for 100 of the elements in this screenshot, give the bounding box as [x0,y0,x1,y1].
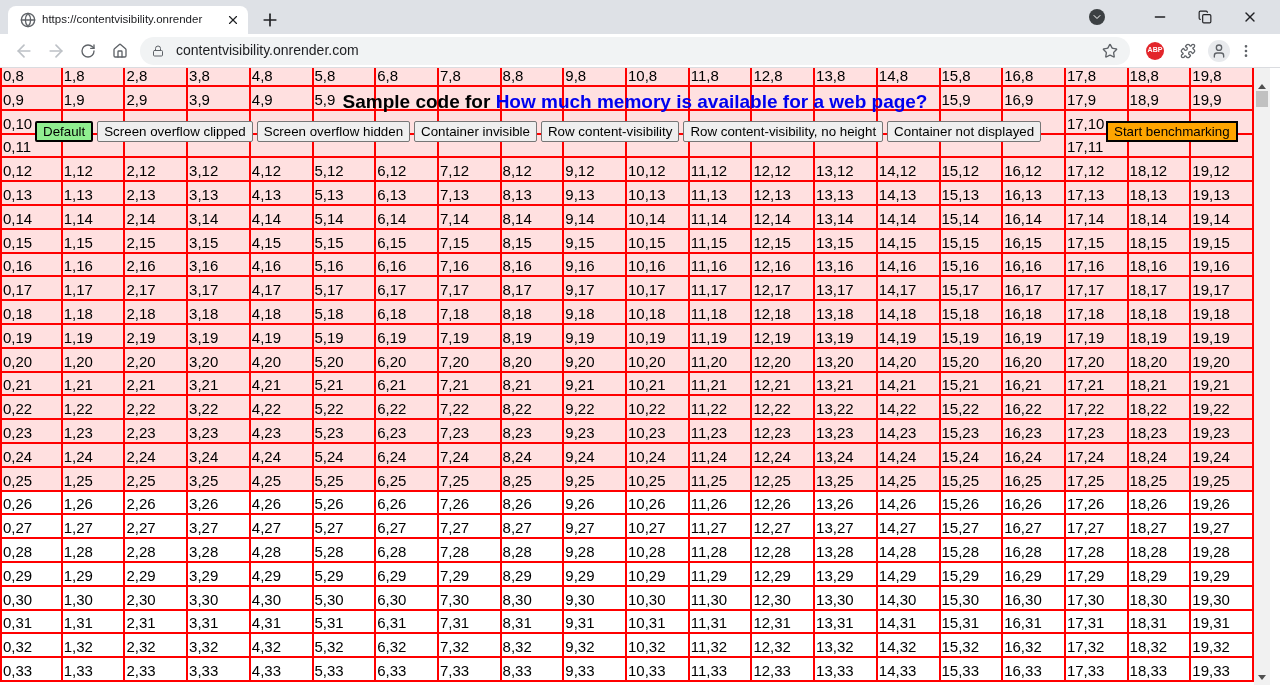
table-cell: 9,18 [565,304,595,323]
table-cell: 5,30 [314,590,344,609]
table-cell: 3,21 [189,376,219,395]
table-cell: 12,22 [753,400,791,419]
table-cell: 8,27 [502,519,532,538]
table-cell: 6,25 [377,471,407,490]
table-cell: 0,13 [3,186,33,204]
table-cell: 5,26 [314,495,344,514]
table-cell: 16,12 [1004,162,1042,181]
table-cell: 17,14 [1066,209,1105,228]
address-bar[interactable]: contentvisibility.onrender.com [140,36,1130,65]
mode-button[interactable]: Container not displayed [887,121,1042,142]
table-cell: 0,31 [3,614,33,633]
table-cell: 14,19 [878,328,917,347]
table-cell: 13,18 [816,304,854,323]
table-cell: 19,20 [1192,352,1230,371]
table-cell: 15,26 [941,495,980,514]
scroll-thumb[interactable] [1256,91,1268,107]
table-cell: 13,24 [816,447,854,466]
table-cell: 19,26 [1192,495,1230,514]
table-cell: 13,32 [816,638,854,657]
table-cell: 10,17 [628,281,666,300]
mode-button[interactable]: Screen overflow clipped [97,121,253,142]
restore-icon[interactable] [1198,10,1212,24]
close-icon[interactable] [226,13,240,27]
table-cell: 12,17 [753,281,791,300]
table-cell: 8,19 [502,328,532,347]
table-cell: 11,15 [690,233,728,252]
table-cell: 8,17 [502,281,532,300]
table-cell: 2,27 [126,519,156,538]
table-cell: 9,25 [565,471,595,490]
table-cell: 2,31 [126,614,156,633]
home-icon[interactable] [112,42,128,59]
globe-icon[interactable] [20,12,36,28]
table-cell: 14,26 [878,495,917,514]
table-cell: 12,29 [753,566,791,585]
scrollbar[interactable] [1254,68,1270,685]
table-cell: 15,23 [941,423,980,442]
table-cell: 19,12 [1192,162,1230,181]
scroll-up-icon[interactable] [1258,84,1266,89]
table-cell: 4,8 [251,68,273,85]
table-cell: 15,8 [941,68,971,85]
table-cell: 4,22 [251,400,281,419]
table-cell: 8,25 [502,471,532,490]
table-cell: 0,24 [3,447,33,466]
reload-icon[interactable] [80,42,96,59]
table-cell: 0,25 [3,471,33,490]
table-cell: 11,20 [690,352,728,371]
browser-tab[interactable]: https://contentvisibility.onrender [8,6,248,34]
table-cell: 5,32 [314,638,344,657]
table-cell: 5,15 [314,233,344,252]
table-cell: 12,33 [753,661,791,680]
table-cell: 15,20 [941,352,980,371]
table-cell: 18,19 [1129,328,1168,347]
table-cell: 3,14 [189,209,219,228]
start-benchmark-button[interactable]: Start benchmarking [1106,121,1238,142]
table-cell: 12,32 [753,638,791,657]
table-cell: 10,13 [628,186,666,204]
table-cell: 16,22 [1004,400,1042,419]
mode-button[interactable]: Default [35,121,94,142]
table-cell: 18,33 [1129,661,1168,680]
puzzle-icon[interactable] [1180,42,1196,59]
mode-button[interactable]: Screen overflow hidden [256,121,411,142]
table-cell: 12,8 [753,68,783,85]
table-cell: 2,13 [126,186,156,204]
table-cell: 1,31 [63,614,93,633]
table-cell: 16,14 [1004,209,1042,228]
tab-title: https://contentvisibility.onrender [42,12,204,28]
table-cell: 15,16 [941,257,980,276]
mode-button[interactable]: Row content-visibility [540,121,680,142]
table-cell: 7,33 [439,661,470,680]
table-cell: 14,30 [878,590,917,609]
table-cell: 3,31 [189,614,219,633]
mode-button[interactable]: Row content-visibility, no height [683,121,884,142]
table-cell: 9,21 [565,376,595,395]
table-cell: 2,28 [126,542,156,561]
table-cell: 15,14 [941,209,980,228]
table-cell: 11,31 [690,614,728,633]
table-cell: 4,28 [251,542,281,561]
table-cell: 17,20 [1066,352,1105,371]
table-cell: 19,19 [1192,328,1230,347]
table-cell: 15,12 [941,162,980,181]
table-cell: 9,16 [565,257,595,276]
table-cell: 6,30 [377,590,407,609]
table-cell: 12,25 [753,471,791,490]
star-icon[interactable] [1102,42,1118,59]
table-cell: 12,26 [753,495,791,514]
table-cell: 9,31 [565,614,595,633]
table-cell: 3,32 [189,638,219,657]
table-cell: 9,23 [565,423,595,442]
table-cell: 17,22 [1066,400,1105,419]
table-cell: 17,13 [1066,186,1105,204]
mode-button[interactable]: Container invisible [414,121,537,142]
scroll-down-icon[interactable] [1258,675,1266,680]
table-cell: 10,23 [628,423,666,442]
table-cell: 5,27 [314,519,344,538]
tab-search-icon[interactable] [1089,9,1105,25]
table-cell: 6,13 [377,186,407,204]
table-cell: 5,13 [314,186,344,204]
profile-icon[interactable] [1208,39,1230,62]
